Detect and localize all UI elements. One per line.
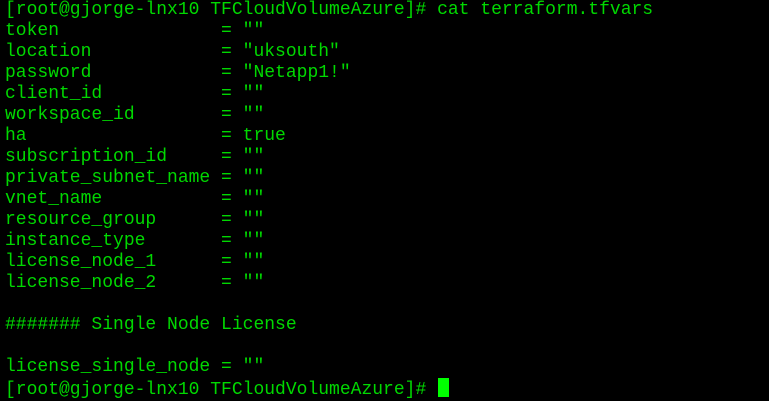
output-line: token = "" xyxy=(5,21,265,41)
output-line: client_id = "" xyxy=(5,84,265,104)
output-line: password = "Netapp1!" xyxy=(5,63,351,83)
output-line: license_node_1 = "" xyxy=(5,252,265,272)
output-line: workspace_id = "" xyxy=(5,105,265,125)
output-line: location = "uksouth" xyxy=(5,42,340,62)
output-line: subscription_id = "" xyxy=(5,147,265,167)
prompt-line[interactable]: [root@gjorge-lnx10 TFCloudVolumeAzure]# xyxy=(5,378,653,400)
text-cursor xyxy=(438,378,450,397)
output-line: ha = true xyxy=(5,126,286,146)
output-line: resource_group = "" xyxy=(5,210,265,230)
output-line: private_subnet_name = "" xyxy=(5,168,265,188)
terminal-output[interactable]: [root@gjorge-lnx10 TFCloudVolumeAzure]# … xyxy=(5,0,654,400)
shell-prompt: [root@gjorge-lnx10 TFCloudVolumeAzure]# xyxy=(5,380,438,400)
output-line: instance_type = "" xyxy=(5,231,265,251)
output-line: license_node_2 = "" xyxy=(5,273,265,293)
output-line: ####### Single Node License xyxy=(5,315,297,335)
command-line: [root@gjorge-lnx10 TFCloudVolumeAzure]# … xyxy=(5,0,654,20)
output-line: license_single_node = "" xyxy=(5,357,265,377)
output-line: vnet_name = "" xyxy=(5,189,265,209)
